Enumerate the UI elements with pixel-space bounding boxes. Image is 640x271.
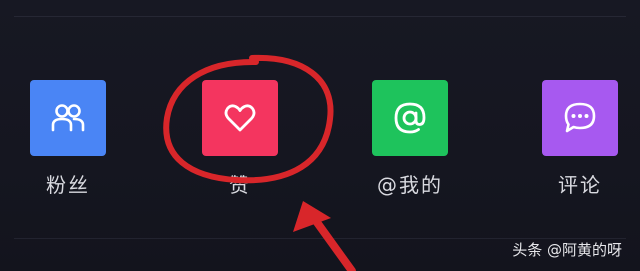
top-divider — [14, 16, 626, 17]
fans-tile[interactable] — [30, 80, 106, 156]
chat-bubble-icon — [564, 102, 596, 133]
mentions-label: @我的 — [377, 173, 443, 197]
notification-panel: 粉丝 赞 @我的 评论 — [0, 0, 640, 271]
heart-icon — [224, 104, 256, 132]
at-sign-icon — [394, 102, 426, 134]
watermark: 头条 @阿黄的呀 — [512, 241, 622, 259]
comments-tile[interactable] — [542, 80, 618, 156]
likes-entry[interactable]: 赞 — [200, 80, 280, 197]
mentions-tile[interactable] — [372, 80, 448, 156]
likes-label: 赞 — [229, 173, 251, 197]
mentions-entry[interactable]: @我的 — [370, 80, 450, 197]
fans-entry[interactable]: 粉丝 — [28, 80, 108, 197]
likes-tile[interactable] — [202, 80, 278, 156]
fans-label: 粉丝 — [46, 173, 90, 197]
comments-label: 评论 — [558, 173, 602, 197]
comments-entry[interactable]: 评论 — [540, 80, 620, 197]
people-icon — [51, 104, 85, 132]
